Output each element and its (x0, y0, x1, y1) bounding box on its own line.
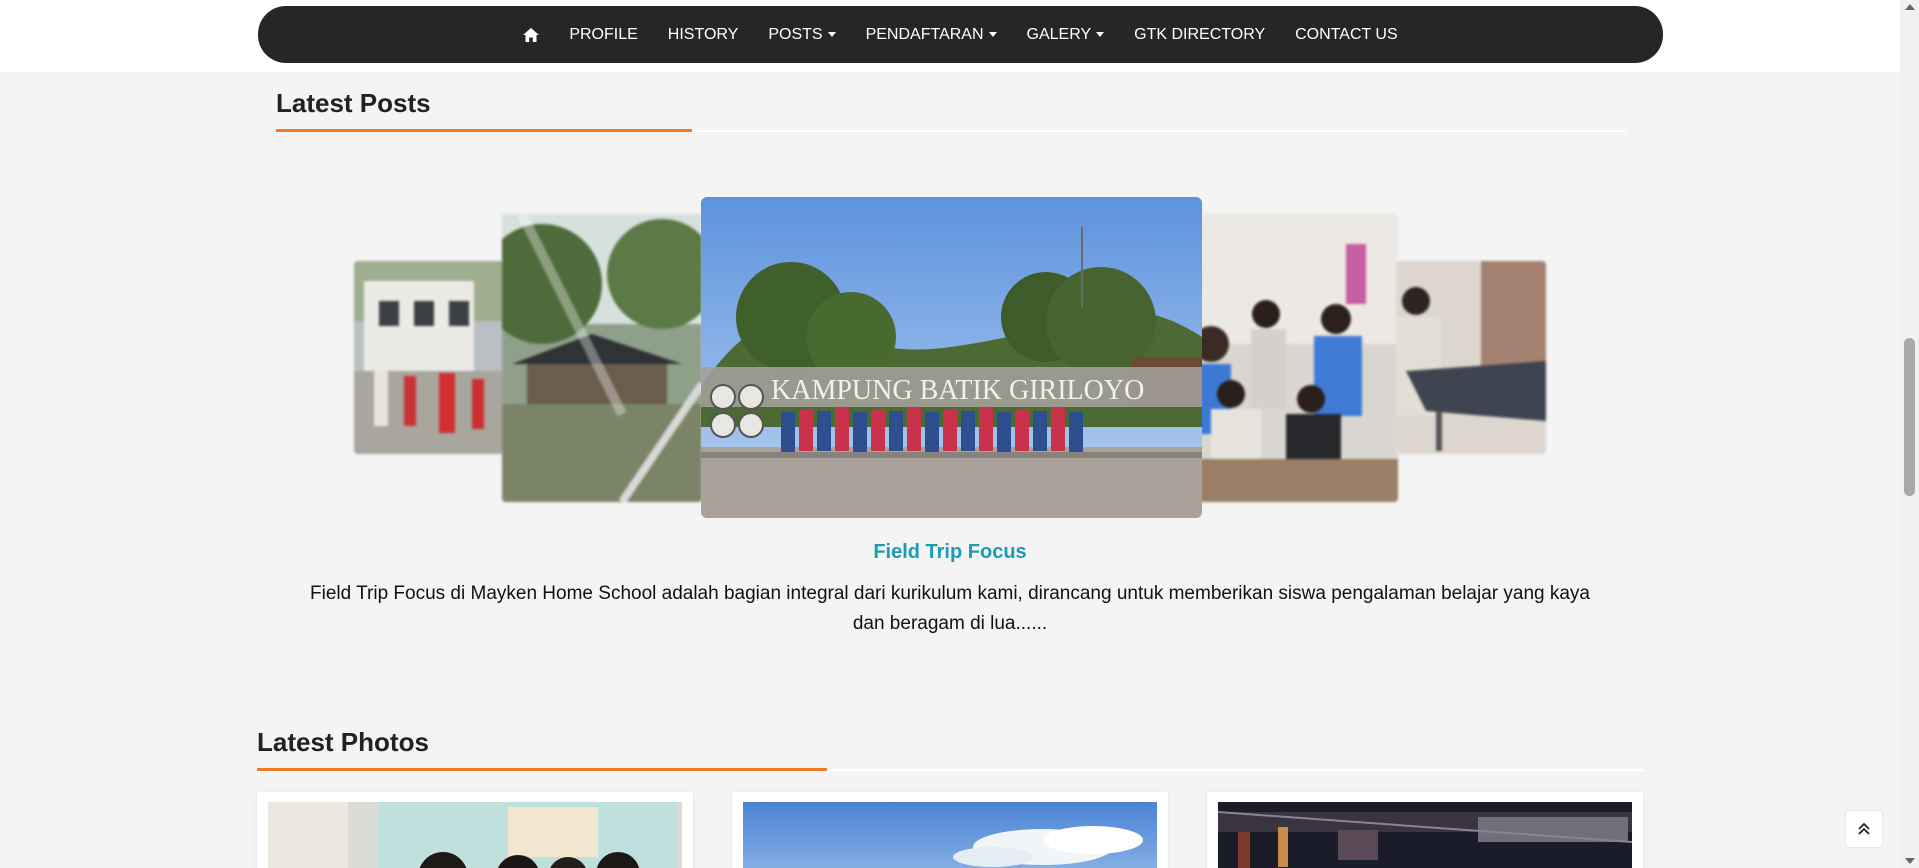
latest-photos-heading: Latest Photos (257, 727, 429, 757)
nav-posts[interactable]: POSTS (753, 26, 850, 44)
caret-down-icon (827, 32, 836, 37)
nav-gtk-directory[interactable]: GTK DIRECTORY (1119, 26, 1280, 44)
double-chevron-up-icon (1858, 822, 1870, 835)
carousel-slide-active[interactable]: KAMPUNG BATIK GIRILOYO (701, 197, 1202, 518)
post-title-link[interactable]: Field Trip Focus (258, 541, 1642, 564)
nav-contact-us[interactable]: CONTACT US (1280, 26, 1413, 44)
caret-down-icon (1096, 32, 1105, 37)
page-scrollbar[interactable] (1900, 0, 1919, 868)
main-navbar: PROFILE HISTORY POSTS PENDAFTARAN GALERY… (258, 6, 1663, 63)
nav-history-label: HISTORY (667, 25, 739, 43)
carousel-slide-right[interactable] (1196, 214, 1398, 502)
post-excerpt: Field Trip Focus di Mayken Home School a… (310, 583, 1590, 634)
nav-posts-label: POSTS (768, 25, 823, 43)
photo-thumbnail (268, 802, 682, 868)
nav-galery[interactable]: GALERY (1012, 26, 1120, 44)
home-icon (523, 27, 540, 42)
back-to-top-button[interactable] (1845, 810, 1883, 848)
nav-contact-us-label: CONTACT US (1295, 25, 1398, 43)
photo-thumbnail (1218, 802, 1632, 868)
scrollbar-thumb[interactable] (1904, 338, 1915, 496)
photo-card[interactable] (732, 792, 1168, 868)
photo-thumbnail (743, 802, 1157, 868)
nav-pendaftaran[interactable]: PENDAFTARAN (851, 26, 1012, 44)
nav-profile-label: PROFILE (569, 25, 638, 43)
nav-home[interactable] (508, 27, 554, 42)
carousel-slide-far-left[interactable] (354, 261, 504, 454)
photo-card[interactable] (1207, 792, 1643, 868)
latest-posts-heading: Latest Posts (276, 88, 431, 118)
nav-gtk-directory-label: GTK DIRECTORY (1134, 25, 1266, 43)
active-slide-sign-text: KAMPUNG BATIK GIRILOYO (771, 375, 1144, 406)
photo-card[interactable] (257, 792, 693, 868)
nav-galery-label: GALERY (1026, 25, 1092, 43)
nav-profile[interactable]: PROFILE (554, 26, 652, 44)
carousel-slide-far-right[interactable] (1396, 261, 1546, 454)
carousel-slide-left[interactable] (502, 214, 702, 502)
latest-photos-divider-accent (257, 768, 827, 771)
nav-pendaftaran-label: PENDAFTARAN (865, 25, 984, 43)
scroll-up-arrow-icon[interactable] (1905, 4, 1915, 10)
scroll-down-arrow-icon[interactable] (1905, 858, 1915, 864)
caret-down-icon (988, 32, 997, 37)
latest-posts-divider-accent (276, 129, 692, 132)
nav-history[interactable]: HISTORY (653, 26, 754, 44)
